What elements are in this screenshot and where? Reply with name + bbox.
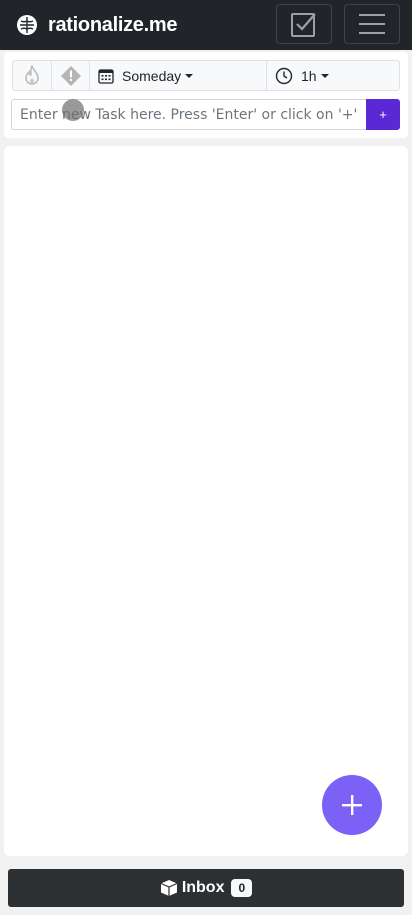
- inbox-count-badge: 0: [231, 879, 253, 897]
- brain-logo-icon: [17, 15, 37, 35]
- inbox-bar[interactable]: Inbox 0: [8, 869, 404, 907]
- brand[interactable]: rationalize.me: [16, 13, 177, 37]
- chevron-down-icon: [320, 73, 329, 78]
- brand-name: rationalize.me: [48, 13, 178, 36]
- menu-toggle-button[interactable]: [344, 4, 400, 44]
- due-date-label: Someday: [122, 67, 182, 84]
- add-task-fab[interactable]: [322, 775, 382, 835]
- plus-icon: [342, 795, 362, 815]
- hamburger-icon: [359, 14, 385, 34]
- inbox-label: Inbox: [181, 879, 225, 896]
- checkbox-check-icon: [291, 13, 316, 37]
- important-toggle[interactable]: [51, 61, 89, 90]
- task-list: [4, 146, 408, 856]
- priority-toggle[interactable]: [13, 61, 51, 90]
- clock-icon: [275, 67, 293, 84]
- due-date-dropdown[interactable]: Someday: [89, 61, 266, 90]
- touch-indicator: [62, 99, 84, 121]
- box-icon: [160, 880, 178, 896]
- task-options-bar: Someday 1h: [12, 60, 400, 91]
- add-task-button[interactable]: +: [366, 99, 400, 130]
- duration-dropdown[interactable]: 1h: [266, 61, 399, 90]
- alert-diamond-icon: [60, 65, 81, 86]
- tasks-button[interactable]: [276, 4, 332, 44]
- chevron-down-icon: [185, 73, 194, 78]
- navbar: rationalize.me: [0, 0, 412, 50]
- flame-icon: [25, 64, 39, 85]
- calendar-icon: [98, 68, 114, 84]
- duration-label: 1h: [301, 67, 317, 84]
